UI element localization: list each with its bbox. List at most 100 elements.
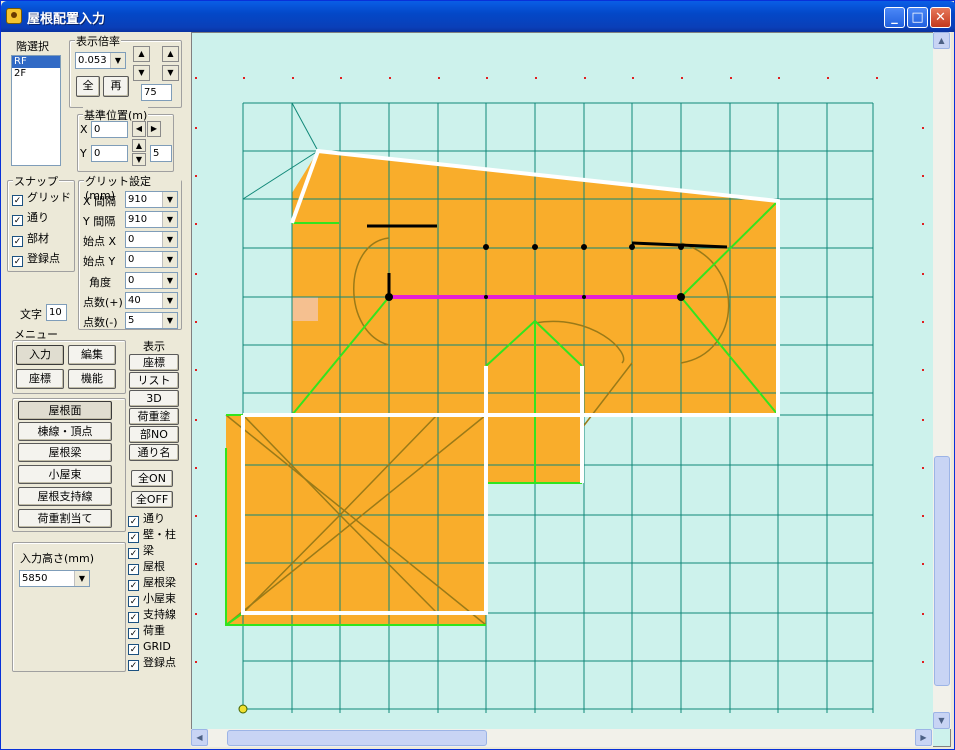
edit-mode-button[interactable]: 編集	[68, 345, 116, 365]
tool-roof-face[interactable]: 屋根面	[18, 401, 112, 420]
grid-row-value: 40	[128, 295, 141, 306]
scroll-left-button[interactable]: ◀	[191, 729, 208, 746]
height-select[interactable]: 5850 ▼	[19, 570, 90, 587]
check-icon: ✓	[128, 548, 139, 559]
show-grid-checkbox[interactable]: ✓ GRID	[128, 640, 171, 655]
title-bar: 屋根配置入力 _ □ ✕	[1, 1, 955, 32]
display-coords-button[interactable]: 座標	[129, 354, 179, 371]
tool-load-assign[interactable]: 荷重割当て	[18, 509, 112, 528]
show-strut-label: 小屋束	[143, 592, 176, 605]
grid-row-value: 5	[128, 315, 135, 326]
display-member-no-button[interactable]: 部NO	[129, 426, 179, 443]
grid-row-select[interactable]: 0 ▼	[125, 251, 178, 268]
base-x-input[interactable]: 0	[91, 121, 128, 138]
dropdown-arrow-icon: ▼	[162, 232, 177, 247]
show-beam-checkbox[interactable]: ✓ 梁	[128, 544, 154, 559]
grid-row-select[interactable]: 5 ▼	[125, 312, 178, 329]
grid-row-select[interactable]: 910 ▼	[125, 191, 178, 208]
grid-row-label: 始点 X	[83, 235, 117, 248]
tool-support-line[interactable]: 屋根支持線	[18, 487, 112, 506]
dropdown-arrow-icon: ▼	[74, 571, 89, 586]
display-3d-button[interactable]: 3D	[129, 390, 179, 407]
roof-plan-drawing[interactable]	[192, 33, 934, 730]
zoom-down-button[interactable]: ▼	[133, 65, 150, 81]
vertical-scrollbar[interactable]: ▲ ▼	[933, 32, 951, 729]
input-mode-button[interactable]: 入力	[16, 345, 64, 365]
snap-member-checkbox[interactable]: ✓ 部材	[12, 232, 49, 247]
all-off-button[interactable]: 全OFF	[131, 491, 173, 508]
snap-grid-checkbox[interactable]: ✓ グリッド	[12, 191, 71, 206]
grid-row-select[interactable]: 0 ▼	[125, 231, 178, 248]
grid-row-value: 0	[128, 254, 135, 265]
scroll-right-button[interactable]: ▶	[915, 729, 932, 746]
close-button[interactable]: ✕	[930, 7, 951, 28]
show-strut-checkbox[interactable]: ✓ 小屋束	[128, 592, 176, 607]
horizontal-scroll-thumb[interactable]	[227, 730, 487, 746]
floor-label: 階選択	[16, 40, 49, 53]
snap-axis-checkbox[interactable]: ✓ 通り	[12, 211, 49, 226]
show-wall-column-checkbox[interactable]: ✓ 壁・柱	[128, 528, 176, 543]
arrow-down-icon: ▼	[167, 68, 174, 77]
base-x-label: X	[80, 123, 88, 136]
function-mode-button[interactable]: 機能	[68, 369, 116, 389]
floor-item[interactable]: RF	[12, 56, 60, 68]
maximize-button[interactable]: □	[907, 7, 928, 28]
display-load-paint-button[interactable]: 荷重塗	[129, 408, 179, 425]
show-support-checkbox[interactable]: ✓ 支持線	[128, 608, 176, 623]
check-icon: ✓	[128, 564, 139, 575]
vertical-scroll-thumb[interactable]	[934, 456, 950, 686]
arrow-down-icon: ▼	[135, 155, 143, 164]
check-icon: ✓	[128, 532, 139, 543]
show-point-checkbox[interactable]: ✓ 登録点	[128, 656, 176, 671]
minimize-icon: _	[891, 10, 898, 25]
zoom-select[interactable]: 0.053 ▼	[75, 52, 126, 69]
drawing-canvas[interactable]	[191, 32, 951, 747]
floor-item[interactable]: 2F	[12, 68, 60, 80]
dropdown-arrow-icon: ▼	[162, 252, 177, 267]
base-y-up-button[interactable]: ▲	[132, 139, 146, 152]
show-axis-checkbox[interactable]: ✓ 通り	[128, 512, 165, 527]
grid-row-value: 0	[128, 275, 135, 286]
base-y-down-button[interactable]: ▼	[132, 153, 146, 166]
grid-row-select[interactable]: 0 ▼	[125, 272, 178, 289]
horizontal-scrollbar[interactable]: ◀ ▶	[191, 729, 933, 747]
zoom-all-button[interactable]: 全	[76, 76, 100, 97]
base-step-input[interactable]: 5	[150, 145, 172, 162]
snap-point-checkbox[interactable]: ✓ 登録点	[12, 252, 60, 267]
dropdown-arrow-icon: ▼	[162, 212, 177, 227]
all-on-button[interactable]: 全ON	[131, 470, 173, 487]
base-x-left-button[interactable]: ◀	[132, 121, 146, 137]
display-axis-name-button[interactable]: 通り名	[129, 444, 179, 461]
show-roof-checkbox[interactable]: ✓ 屋根	[128, 560, 165, 575]
zoom-step-input[interactable]: 75	[141, 84, 172, 101]
floor-listbox[interactable]: RF 2F	[11, 55, 61, 166]
base-y-input[interactable]: 0	[91, 145, 128, 162]
show-load-label: 荷重	[143, 624, 165, 637]
text-size-input[interactable]: 10	[46, 304, 67, 321]
show-axis-label: 通り	[143, 512, 165, 525]
zoom-up-button[interactable]: ▲	[133, 46, 150, 62]
redraw-button[interactable]: 再	[103, 76, 129, 97]
check-icon: ✓	[12, 256, 23, 267]
arrow-up-icon: ▲	[135, 141, 143, 150]
show-load-checkbox[interactable]: ✓ 荷重	[128, 624, 165, 639]
scroll-down-button[interactable]: ▼	[933, 712, 950, 729]
show-roof-beam-checkbox[interactable]: ✓ 屋根梁	[128, 576, 176, 591]
minimize-button[interactable]: _	[884, 7, 905, 28]
grid-row-select[interactable]: 910 ▼	[125, 211, 178, 228]
base-x-right-button[interactable]: ▶	[147, 121, 161, 137]
grid-row-label: 点数(-)	[83, 316, 118, 329]
scroll-up-button[interactable]: ▲	[933, 32, 950, 49]
pan-down-button[interactable]: ▼	[162, 65, 179, 81]
grid-row-select[interactable]: 40 ▼	[125, 292, 178, 309]
origin-marker[interactable]	[238, 704, 248, 714]
coords-mode-button[interactable]: 座標	[16, 369, 64, 389]
arrow-up-icon: ▲	[938, 36, 945, 45]
tool-roof-beam[interactable]: 屋根梁	[18, 443, 112, 462]
grid-row-label: X 間隔	[83, 195, 117, 208]
pan-up-button[interactable]: ▲	[162, 46, 179, 62]
display-list-button[interactable]: リスト	[129, 372, 179, 389]
tool-ridge-vertex[interactable]: 棟線・頂点	[18, 422, 112, 441]
tool-roof-strut[interactable]: 小屋束	[18, 465, 112, 484]
show-roof-label: 屋根	[143, 560, 165, 573]
